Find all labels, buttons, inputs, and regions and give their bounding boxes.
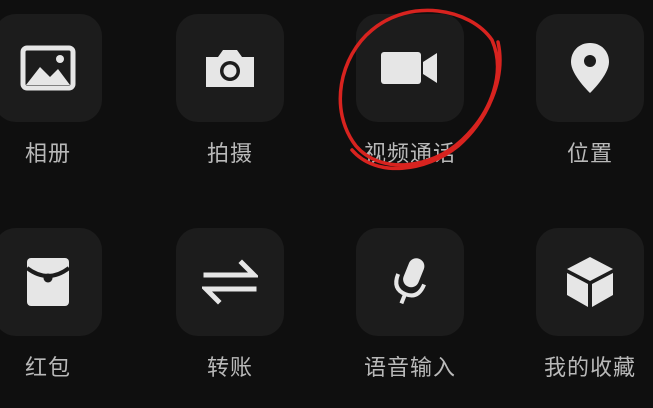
location-tile[interactable]: [536, 14, 644, 122]
transfer-tile[interactable]: [176, 228, 284, 336]
voice-input-label: 语音输入: [363, 356, 456, 381]
video-call-label: 视频通话: [363, 142, 456, 167]
location-label: 位置: [566, 142, 613, 167]
album-label: 相册: [24, 142, 71, 167]
red-packet-label: 红包: [24, 356, 71, 381]
capture-tile[interactable]: [176, 14, 284, 122]
transfer-button[interactable]: 转账: [170, 228, 290, 388]
favorites-tile[interactable]: [536, 228, 644, 336]
location-button[interactable]: 位置: [530, 14, 650, 174]
capture-label: 拍摄: [206, 142, 253, 167]
favorites-label: 我的收藏: [543, 356, 636, 381]
transfer-label: 转账: [206, 356, 253, 381]
capture-button[interactable]: 拍摄: [170, 14, 290, 174]
voice-input-tile[interactable]: [356, 228, 464, 336]
album-tile[interactable]: [0, 14, 102, 122]
photo-album-icon: [20, 45, 76, 91]
video-call-button[interactable]: 视频通话: [350, 14, 470, 174]
transfer-icon: [202, 259, 258, 305]
red-packet-icon: [25, 256, 71, 308]
favorites-cube-icon: [564, 255, 616, 309]
voice-input-button[interactable]: 语音输入: [350, 228, 470, 388]
chat-attachment-panel: 相册 拍摄 视频通话 位置 红包 转账 语音输入 我的收藏: [0, 0, 653, 408]
video-call-icon: [379, 48, 441, 88]
red-packet-button[interactable]: 红包: [0, 228, 108, 388]
location-pin-icon: [568, 41, 612, 95]
video-call-tile[interactable]: [356, 14, 464, 122]
red-packet-tile[interactable]: [0, 228, 102, 336]
album-button[interactable]: 相册: [0, 14, 108, 174]
microphone-icon: [388, 253, 432, 311]
favorites-button[interactable]: 我的收藏: [530, 228, 650, 388]
camera-icon: [202, 45, 258, 91]
